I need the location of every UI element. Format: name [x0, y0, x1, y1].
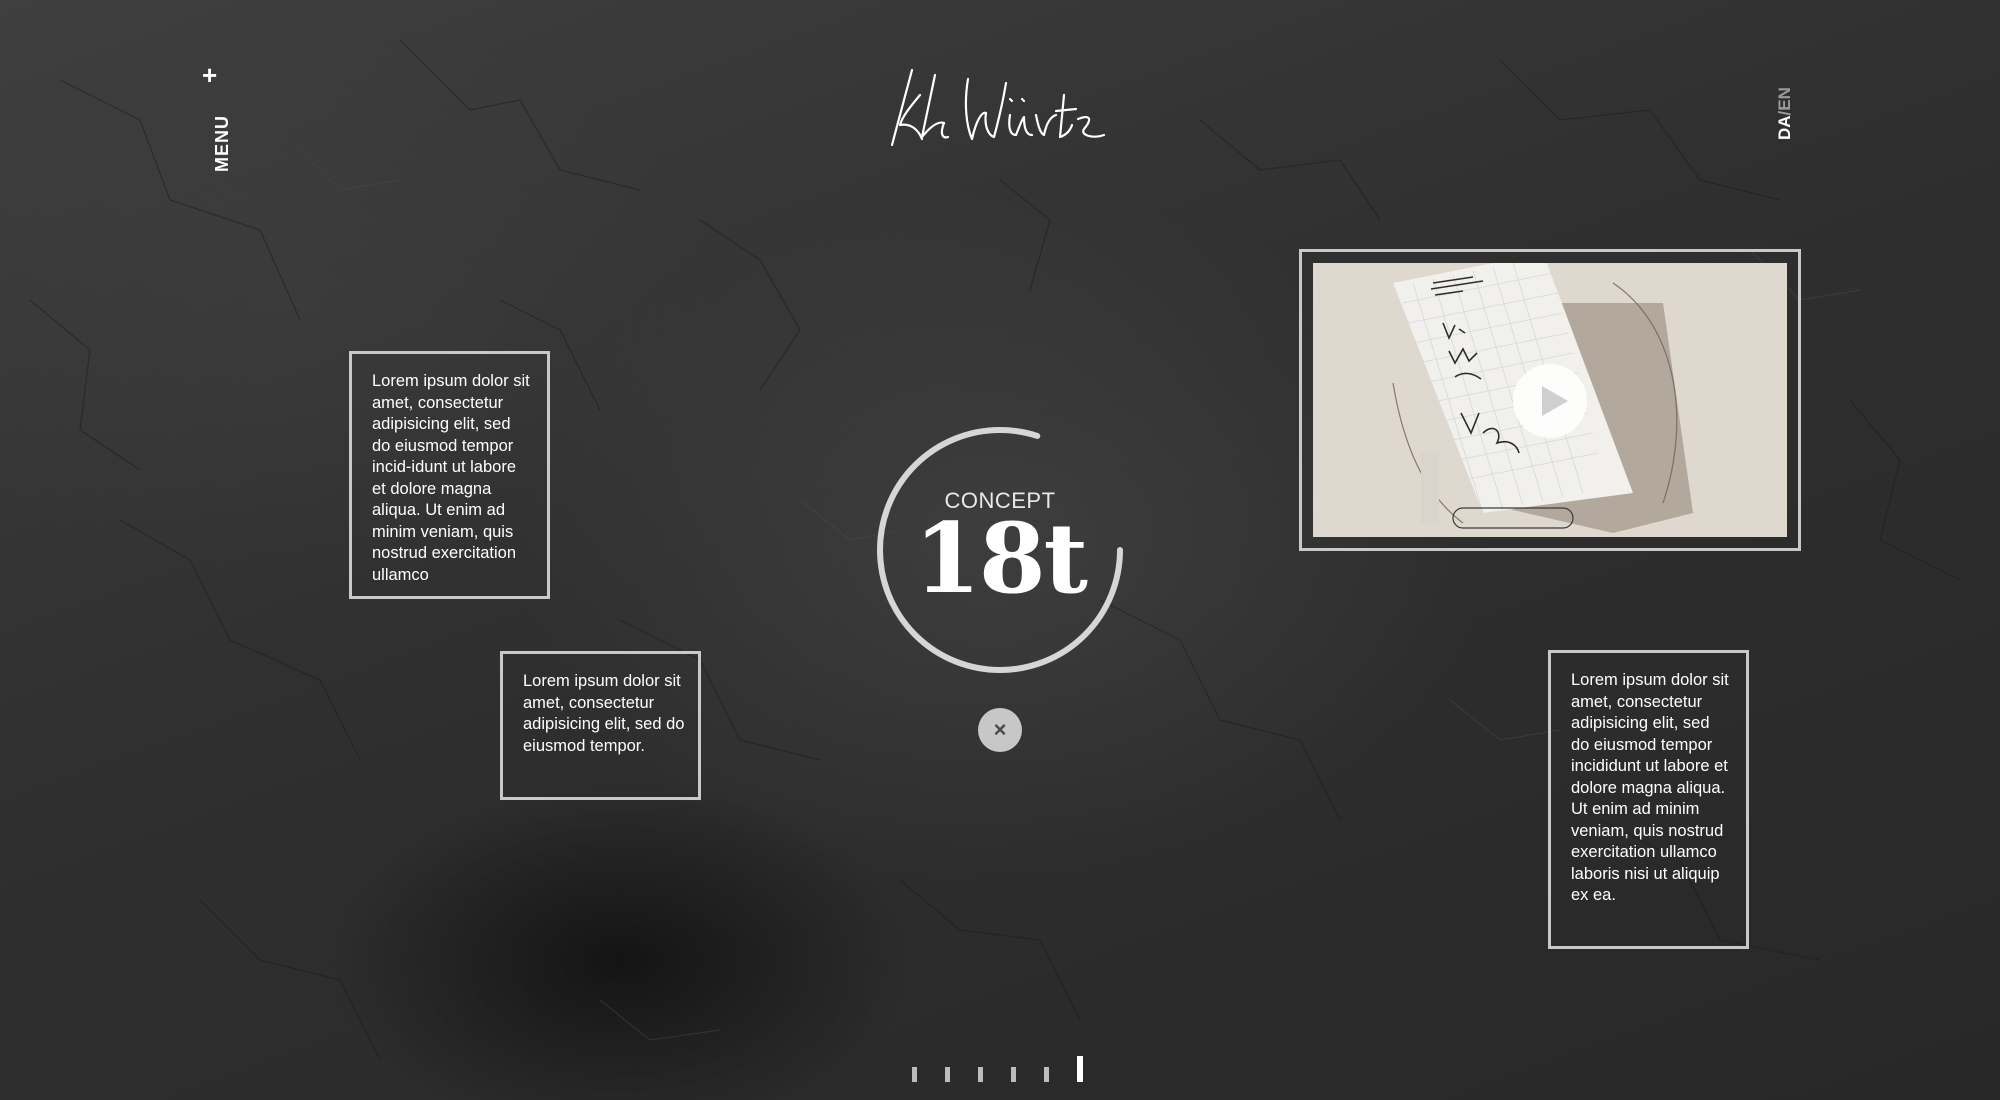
plus-icon: + [202, 60, 218, 90]
pager-dot[interactable] [978, 1067, 983, 1082]
play-icon [1542, 386, 1568, 416]
lang-en[interactable]: EN [1775, 87, 1794, 111]
menu-label: MENU [212, 115, 232, 172]
text-box-right-bottom-body: Lorem ipsum dolor sit amet, consectetur … [1571, 671, 1729, 904]
text-box-left-top: Lorem ipsum dolor sit amet, consectetur … [349, 351, 550, 599]
pager-dot[interactable] [945, 1067, 950, 1082]
signature-logo[interactable] [880, 55, 1120, 165]
close-icon: × [993, 717, 1007, 742]
pager-dot[interactable] [1011, 1067, 1016, 1082]
language-switcher[interactable]: DA/EN [1775, 87, 1815, 220]
menu-button[interactable]: + MENU [192, 60, 232, 172]
concept-badge: CONCEPT 18t [875, 425, 1125, 675]
text-box-left-bottom: Lorem ipsum dolor sit amet, consectetur … [500, 651, 701, 800]
close-button[interactable]: × [978, 708, 1022, 752]
pager-dot[interactable] [912, 1067, 917, 1082]
pager-dot-active[interactable] [1077, 1056, 1083, 1082]
lang-da[interactable]: DA [1775, 115, 1794, 140]
video-player[interactable] [1299, 249, 1801, 551]
slide-pager [912, 1052, 1092, 1082]
play-button[interactable] [1513, 364, 1587, 438]
pager-dot[interactable] [1044, 1067, 1049, 1082]
text-box-left-top-body: Lorem ipsum dolor sit amet, consectetur … [372, 372, 530, 584]
text-box-left-bottom-body: Lorem ipsum dolor sit amet, consectetur … [523, 672, 685, 755]
lang-separator: / [1775, 110, 1794, 116]
text-box-right-bottom: Lorem ipsum dolor sit amet, consectetur … [1548, 650, 1749, 949]
concept-value: 18t [914, 502, 1088, 615]
